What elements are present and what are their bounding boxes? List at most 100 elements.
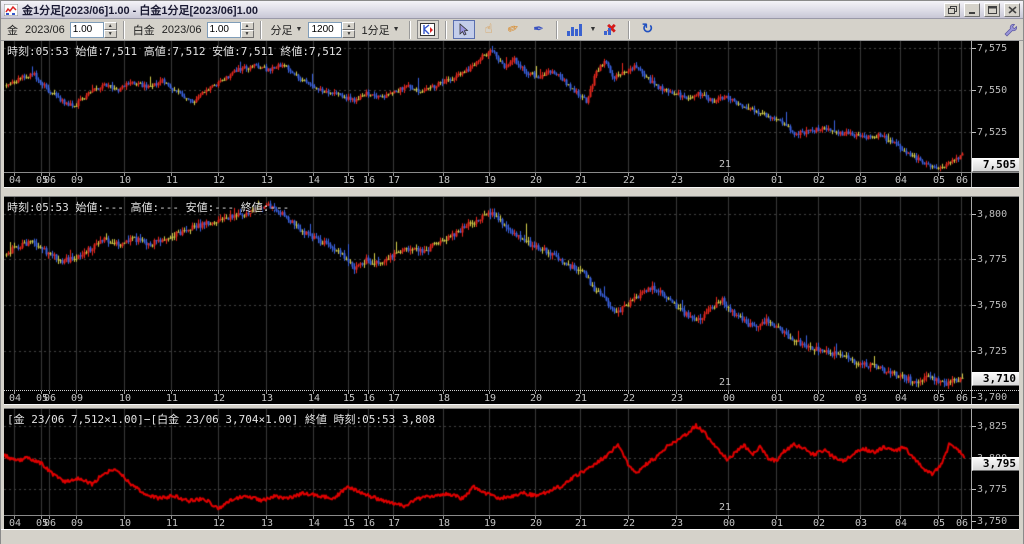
current-price-box: 3,795 [972, 457, 1021, 471]
select-tool[interactable] [453, 20, 475, 39]
spin-down-icon: ▼ [104, 30, 117, 38]
price-tick [972, 521, 976, 522]
time-tick-label: 15 [343, 518, 355, 529]
float-window-button[interactable] [944, 3, 960, 17]
time-tick-label: 14 [308, 175, 320, 186]
gold-price-axis: 7,5757,5507,5257,505 [971, 41, 1021, 187]
time-tick-label: 19 [484, 518, 496, 529]
refresh-icon: ↻ [642, 23, 654, 36]
spin-down-icon: ▼ [241, 30, 254, 38]
price-tick-label: 7,575 [977, 43, 1007, 54]
time-tick-label: 05 [933, 518, 945, 529]
time-tick-label: 05 [933, 175, 945, 186]
time-tick-label: 02 [813, 175, 825, 186]
gold-candlestick-chart[interactable] [4, 41, 971, 172]
spread-time-axis: 0405060910111213141516171819202122230001… [4, 515, 1021, 529]
time-tick-label: 21 [575, 518, 587, 529]
time-tick-label: 06 [956, 393, 968, 404]
time-tick-label: 04 [9, 175, 21, 186]
time-tick-label: 23 [671, 518, 683, 529]
time-tick-label: 09 [71, 518, 83, 529]
platinum-candlestick-chart[interactable] [4, 197, 971, 390]
price-tick [972, 397, 976, 398]
platinum-contract-month: 2023/06 [160, 24, 204, 36]
spin-up-icon: ▲ [342, 22, 355, 30]
price-tick [972, 48, 976, 49]
settings-wrench-icon[interactable] [1003, 23, 1017, 37]
time-tick-label: 22 [623, 175, 635, 186]
time-tick-label: 13 [261, 393, 273, 404]
price-tick-label: 7,550 [977, 85, 1007, 96]
price-tick-label: 3,750 [977, 300, 1007, 311]
time-tick-label: 11 [166, 175, 178, 186]
time-tick-label: 01 [771, 393, 783, 404]
time-tick-label: 16 [363, 518, 375, 529]
chart-type-dropdown[interactable]: ▼ [589, 21, 598, 39]
bar-count-spinner[interactable]: ▲▼ [308, 22, 355, 38]
time-tick-label: 23 [671, 175, 683, 186]
time-tick-label: 00 [723, 175, 735, 186]
clear-chart-tool[interactable]: ✖ [600, 20, 622, 39]
value-crosshair-icon [420, 23, 435, 36]
time-tick-label: 06 [44, 518, 56, 529]
value-crosshair-tool[interactable] [417, 20, 439, 39]
refresh-tool[interactable]: ↻ [636, 20, 658, 39]
window-bottom-border [1, 529, 1023, 544]
gold-ohlc-readout: 時刻:05:53 始値:7,511 高値:7,512 安値:7,511 終値:7… [7, 43, 342, 59]
time-tick-label: 03 [855, 518, 867, 529]
price-tick [972, 305, 976, 306]
bar-chart-icon [567, 24, 582, 36]
time-tick-label: 19 [484, 393, 496, 404]
pen-tool[interactable]: ✒ [528, 20, 550, 39]
cursor-arrow-icon [458, 23, 469, 36]
price-tick [972, 489, 976, 490]
time-tick-label: 09 [71, 175, 83, 186]
separator [445, 21, 447, 39]
chevron-down-icon: ▼ [590, 26, 597, 33]
window-title: 金1分足[2023/06]1.00 - 白金1分足[2023/06]1.00 [22, 2, 940, 18]
spread-readout: [金 23/06 7,512×1.00]−[白金 23/06 3,704×1.0… [7, 411, 435, 427]
spin-up-icon: ▲ [104, 22, 117, 30]
price-tick [972, 426, 976, 427]
spread-price-axis: 3,8253,8003,7753,7503,795 [971, 409, 1021, 529]
bar-count-input[interactable] [308, 22, 342, 38]
gold-plot: 時刻:05:53 始値:7,511 高値:7,512 安値:7,511 終値:7… [4, 41, 971, 172]
platinum-ohlc-readout: 時刻:05:53 始値:--- 高値:--- 安値:--- 終値:--- [7, 199, 289, 215]
platinum-multiplier-spinner[interactable]: ▲▼ [207, 22, 254, 38]
gold-multiplier-spinner[interactable]: ▲▼ [70, 22, 117, 38]
time-tick-label: 05 [933, 393, 945, 404]
time-tick-label: 00 [723, 518, 735, 529]
time-tick-label: 12 [213, 518, 225, 529]
time-tick-label: 16 [363, 175, 375, 186]
time-tick-label: 06 [44, 393, 56, 404]
panel-splitter[interactable] [4, 187, 1021, 197]
chevron-down-icon: ▼ [296, 26, 303, 33]
time-tick-label: 21 [575, 393, 587, 404]
time-tick-label: 14 [308, 393, 320, 404]
time-tick-label: 17 [388, 393, 400, 404]
time-tick-label: 20 [530, 175, 542, 186]
time-tick-label: 11 [166, 518, 178, 529]
time-tick-label: 13 [261, 175, 273, 186]
spin-up-icon: ▲ [241, 22, 254, 30]
gold-multiplier-input[interactable] [70, 22, 104, 38]
time-tick-label: 23 [671, 393, 683, 404]
minimize-button[interactable] [964, 3, 980, 17]
price-tick-label: 3,700 [977, 392, 1007, 403]
chart-type-tool[interactable] [564, 20, 586, 39]
interval-dropdown[interactable]: 1分足 ▼ [358, 21, 402, 39]
price-tick-label: 3,775 [977, 254, 1007, 265]
pencil-tool[interactable]: ✏ [503, 20, 525, 39]
time-tick-label: 04 [895, 518, 907, 529]
time-tick-label: 14 [308, 518, 320, 529]
platinum-multiplier-input[interactable] [207, 22, 241, 38]
time-tick-label: 03 [855, 175, 867, 186]
bar-type-dropdown[interactable]: 分足 ▼ [268, 21, 306, 39]
time-tick-label: 10 [119, 175, 131, 186]
pan-tool[interactable]: ☝ [478, 20, 500, 39]
maximize-button[interactable] [984, 3, 1000, 17]
close-button[interactable] [1004, 3, 1020, 17]
price-tick-label: 3,800 [977, 209, 1007, 220]
gold-candle-panel: 時刻:05:53 始値:7,511 高値:7,512 安値:7,511 終値:7… [4, 41, 1021, 187]
price-tick [972, 259, 976, 260]
